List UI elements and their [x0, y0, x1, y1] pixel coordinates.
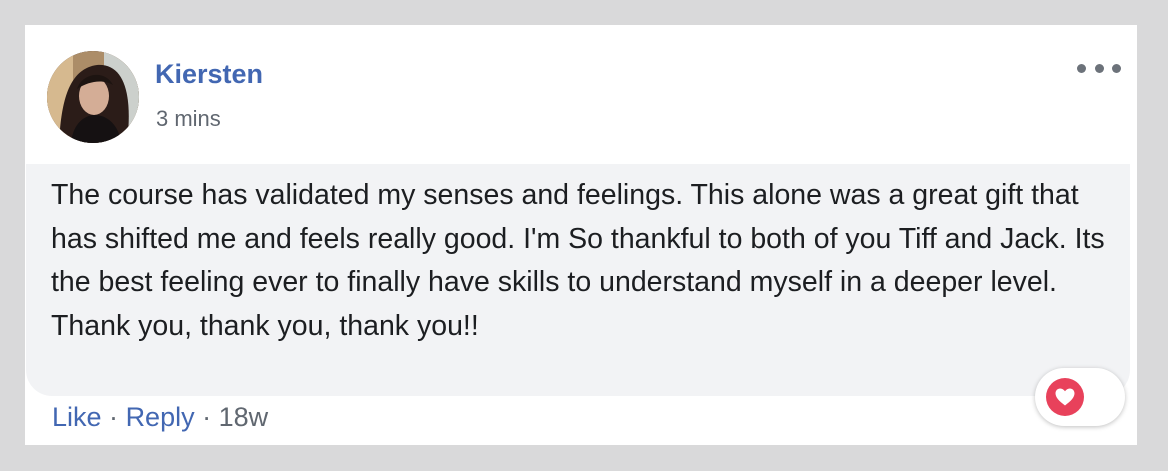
comment-actions: Like · Reply · 18w [52, 402, 268, 433]
reaction-button[interactable] [1035, 368, 1125, 426]
more-dot [1094, 63, 1104, 73]
comment-card: Kiersten 3 mins The course has validated… [25, 25, 1137, 445]
more-dot [1112, 63, 1121, 73]
more-options-icon[interactable] [1077, 58, 1121, 78]
post-timestamp[interactable]: 3 mins [156, 106, 221, 132]
more-dot [1077, 63, 1086, 73]
comment-age[interactable]: 18w [219, 402, 269, 432]
comment-bubble: The course has validated my senses and f… [26, 164, 1130, 396]
comment-text: The course has validated my senses and f… [51, 179, 1105, 342]
author-name[interactable]: Kiersten [155, 59, 263, 90]
action-separator: · [202, 402, 212, 432]
action-separator: · [109, 402, 119, 432]
reply-link[interactable]: Reply [126, 402, 195, 432]
like-link[interactable]: Like [52, 402, 102, 432]
avatar[interactable] [47, 51, 139, 143]
love-heart-icon [1046, 378, 1084, 416]
